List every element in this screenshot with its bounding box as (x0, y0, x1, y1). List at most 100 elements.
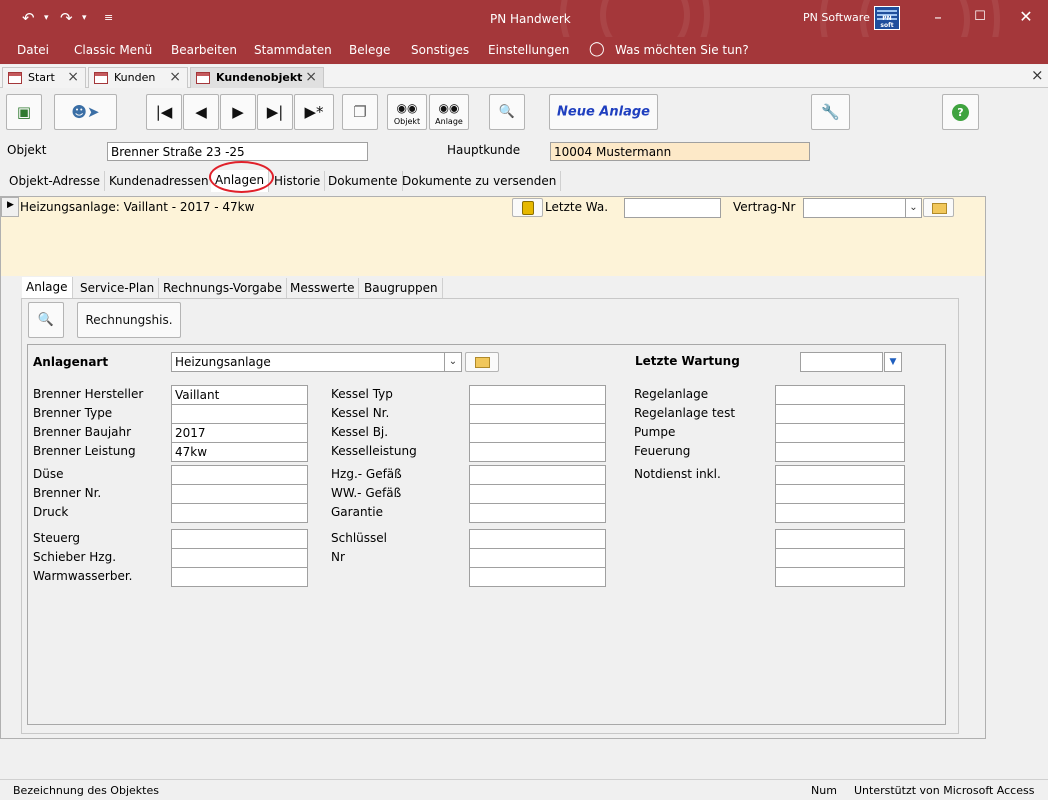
menu-belege[interactable]: Belege (349, 43, 390, 57)
hzg-gefaess-field[interactable] (469, 465, 606, 485)
next-record-button[interactable]: ▶ (220, 94, 256, 130)
letzte-wa-field[interactable] (624, 198, 721, 218)
tab-anlage[interactable]: Anlage (22, 277, 73, 299)
vertrag-nr-combo[interactable]: ⌄ (803, 198, 922, 218)
brenner-leistung-field[interactable]: 47kw (171, 442, 308, 462)
minimize-button[interactable]: – (925, 6, 951, 28)
tab-service-plan[interactable]: Service-Plan (76, 278, 160, 298)
objekt-field[interactable]: Brenner Straße 23 -25 (107, 142, 368, 161)
anlagenart-combo[interactable]: Heizungsanlage ⌄ (171, 352, 462, 372)
tools-button[interactable]: 🔧 (811, 94, 850, 130)
col3-row-7-field[interactable] (775, 503, 905, 523)
col3-row-10-field[interactable] (775, 567, 905, 587)
record-selector[interactable]: ▶ (1, 197, 19, 217)
feuerung-field[interactable] (775, 442, 905, 462)
close-window-button[interactable]: ✕ (1013, 6, 1039, 28)
tab-dokumente-zu-versenden[interactable]: Dokumente zu versenden (398, 171, 562, 191)
vertrag-folder-button[interactable] (923, 198, 954, 217)
brenner-type-field[interactable] (171, 404, 308, 424)
customers-button[interactable]: ☻➤ (54, 94, 117, 130)
copy-button[interactable]: ❐ (342, 94, 378, 130)
redo-icon[interactable]: ↷ (60, 9, 73, 27)
druck-field[interactable] (171, 503, 308, 523)
regelanlage-field[interactable] (775, 385, 905, 405)
kessel-bj-field[interactable] (469, 423, 606, 443)
new-record-button[interactable]: ▶* (294, 94, 334, 130)
redo-dropdown-icon[interactable]: ▾ (82, 13, 87, 23)
col3-row-9-field[interactable] (775, 548, 905, 568)
brenner-baujahr-field[interactable]: 2017 (171, 423, 308, 443)
preview-button[interactable]: 🔍 (489, 94, 525, 130)
menu-datei[interactable]: Datei (17, 43, 49, 57)
close-tab-icon[interactable]: × (305, 69, 317, 85)
tab-objekt-adresse[interactable]: Objekt-Adresse (5, 171, 106, 191)
garantie-label: Garantie (331, 505, 383, 519)
num-lock-indicator: Num (811, 784, 837, 797)
tab-historie[interactable]: Historie (270, 171, 326, 191)
kesselleistung-field[interactable] (469, 442, 606, 462)
schieber-hzg-field[interactable] (171, 548, 308, 568)
col3-row-8-field[interactable] (775, 529, 905, 549)
trash-button[interactable] (512, 198, 543, 217)
garantie-field[interactable] (469, 503, 606, 523)
duese-field[interactable] (171, 465, 308, 485)
schluessel-field[interactable] (469, 529, 606, 549)
notdienst-inkl-field[interactable] (775, 465, 905, 485)
tab-kundenadressen[interactable]: Kundenadressen (105, 171, 214, 191)
steuerg-field[interactable] (171, 529, 308, 549)
first-record-button[interactable]: |◀ (146, 94, 182, 130)
hauptkunde-label: Hauptkunde (447, 143, 521, 157)
neue-anlage-button[interactable]: Neue Anlage (549, 94, 658, 130)
doc-tab-kunden[interactable]: Kunden × (88, 67, 188, 88)
exit-button[interactable]: ▣ (6, 94, 42, 130)
doc-tab-start[interactable]: Start × (2, 67, 86, 88)
schieber-hzg-label: Schieber Hzg. (33, 550, 117, 564)
form-icon (94, 72, 108, 84)
date-picker-icon[interactable]: ▼ (884, 352, 902, 372)
letzte-wartung-field[interactable] (800, 352, 883, 372)
rechnungshis-button[interactable]: Rechnungshis. (77, 302, 181, 338)
kessel-typ-field[interactable] (469, 385, 606, 405)
tab-messwerte[interactable]: Messwerte (286, 278, 360, 298)
doc-tab-kundenobjekt[interactable]: Kundenobjekt × (190, 67, 324, 88)
regelanlage-test-field[interactable] (775, 404, 905, 424)
ww-gefaess-field[interactable] (469, 484, 606, 504)
tell-me-search[interactable]: Was möchten Sie tun? (615, 43, 749, 57)
tab-baugruppen[interactable]: Baugruppen (360, 278, 443, 298)
warmwasserber-field[interactable] (171, 567, 308, 587)
last-record-button[interactable]: ▶| (257, 94, 293, 130)
chevron-down-icon[interactable]: ⌄ (905, 199, 921, 217)
form-icon (196, 72, 210, 84)
undo-icon[interactable]: ↶ (22, 9, 35, 27)
find-objekt-button[interactable]: ◉◉ Objekt (387, 94, 427, 130)
help-button[interactable]: ? (942, 94, 979, 130)
hauptkunde-field[interactable]: 10004 Mustermann (550, 142, 810, 161)
customize-qat-icon[interactable]: ≡ (104, 11, 113, 24)
kessel-nr-field[interactable] (469, 404, 606, 424)
pumpe-field[interactable] (775, 423, 905, 443)
close-tab-icon[interactable]: × (169, 69, 181, 85)
chevron-down-icon[interactable]: ⌄ (444, 353, 461, 371)
menu-classic-menue[interactable]: Classic Menü (74, 43, 152, 57)
brenner-nr-label: Brenner Nr. (33, 486, 102, 500)
menu-sonstiges[interactable]: Sonstiges (411, 43, 469, 57)
col3-row-6-field[interactable] (775, 484, 905, 504)
tab-rechnungs-vorgabe[interactable]: Rechnungs-Vorgabe (159, 278, 288, 298)
previous-record-button[interactable]: ◀ (183, 94, 219, 130)
search-preview-button[interactable]: 🔍 (28, 302, 64, 338)
nr-field[interactable] (469, 548, 606, 568)
tab-dokumente[interactable]: Dokumente (324, 171, 403, 191)
find-anlage-button[interactable]: ◉◉ Anlage (429, 94, 469, 130)
menu-einstellungen[interactable]: Einstellungen (488, 43, 569, 57)
undo-dropdown-icon[interactable]: ▾ (44, 13, 49, 23)
menu-stammdaten[interactable]: Stammdaten (254, 43, 332, 57)
close-tab-icon[interactable]: × (67, 69, 79, 85)
anlagenart-folder-button[interactable] (465, 352, 499, 372)
brenner-nr-field[interactable] (171, 484, 308, 504)
warmwasserber-label: Warmwasserber. (33, 569, 133, 583)
col2-row-10-field[interactable] (469, 567, 606, 587)
close-document-icon[interactable]: × (1031, 66, 1044, 84)
menu-bearbeiten[interactable]: Bearbeiten (171, 43, 237, 57)
brenner-hersteller-field[interactable]: Vaillant (171, 385, 308, 405)
maximize-button[interactable]: ☐ (967, 6, 993, 28)
